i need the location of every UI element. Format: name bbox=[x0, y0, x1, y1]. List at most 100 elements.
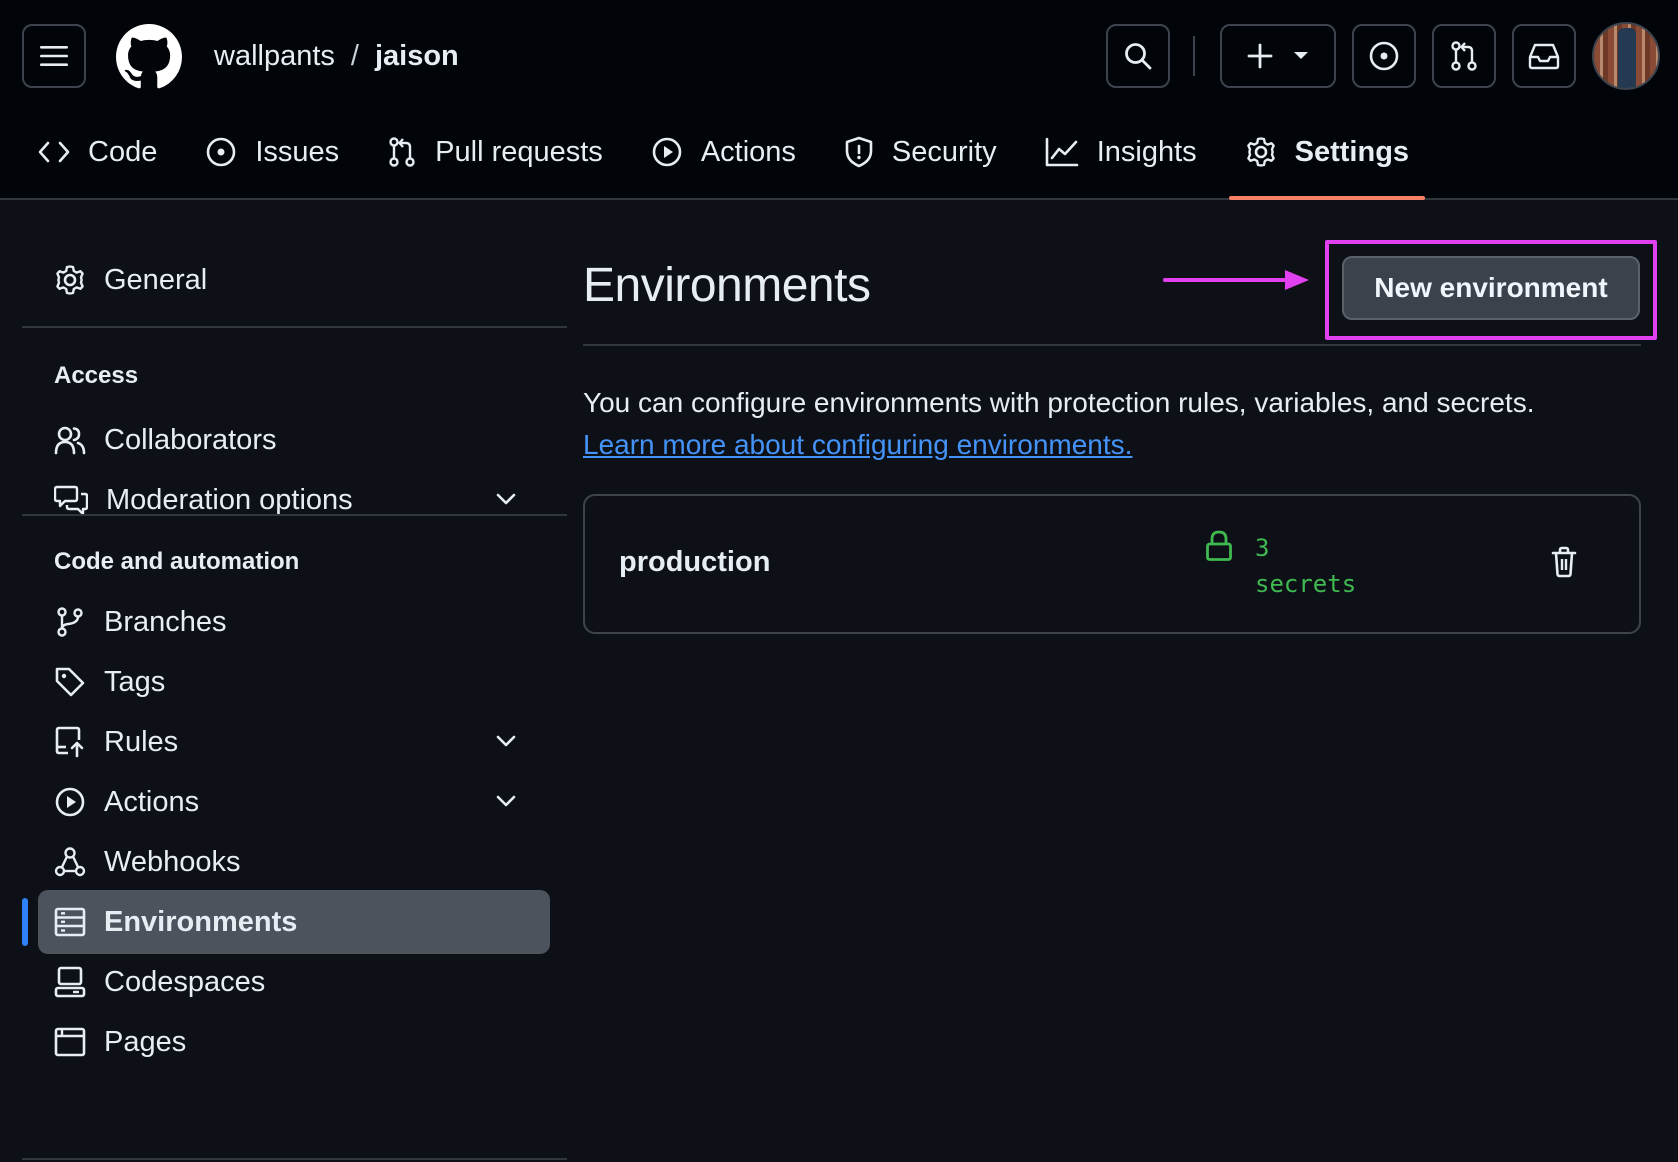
sidebar-item-label: Rules bbox=[104, 725, 179, 758]
secrets-count-number: 3 bbox=[1255, 534, 1270, 562]
codespaces-icon bbox=[54, 966, 86, 998]
header-divider bbox=[1193, 36, 1195, 76]
tag-icon bbox=[55, 667, 85, 697]
tab-insights[interactable]: Insights bbox=[1045, 118, 1197, 186]
people-icon bbox=[54, 426, 86, 455]
hamburger-icon bbox=[40, 46, 68, 66]
server-icon bbox=[54, 907, 86, 937]
inbox-icon bbox=[1528, 43, 1560, 70]
tab-label: Issues bbox=[255, 135, 340, 168]
search-icon bbox=[1125, 43, 1152, 70]
sidebar-item-label: Codespaces bbox=[104, 965, 266, 998]
sidebar-item-label: Pages bbox=[104, 1025, 187, 1058]
chevron-down-icon bbox=[496, 795, 516, 807]
triangle-down-icon bbox=[1294, 52, 1308, 59]
tab-label: Actions bbox=[700, 135, 796, 168]
issue-opened-icon bbox=[207, 137, 236, 167]
sidebar-item-branches[interactable]: Branches bbox=[38, 590, 550, 654]
tab-pull-requests[interactable]: Pull requests bbox=[387, 118, 603, 186]
sidebar-item-pages[interactable]: Pages bbox=[38, 1010, 550, 1074]
sidebar-item-general[interactable]: General bbox=[38, 248, 550, 312]
gear-icon bbox=[1246, 137, 1275, 167]
trash-icon bbox=[1551, 546, 1577, 578]
user-avatar[interactable] bbox=[1592, 22, 1660, 90]
issue-opened-icon bbox=[1369, 41, 1399, 71]
tab-actions[interactable]: Actions bbox=[651, 118, 796, 186]
sidebar-heading-code-automation: Code and automation bbox=[54, 548, 300, 575]
repo-header: wallpants / jaison Code Issues Pull requ… bbox=[0, 0, 1678, 200]
gear-icon bbox=[56, 265, 84, 295]
tab-settings[interactable]: Settings bbox=[1228, 118, 1426, 200]
sidebar-item-label: Environments bbox=[104, 905, 298, 938]
chevron-down-icon bbox=[496, 493, 516, 505]
sidebar-item-actions[interactable]: Actions bbox=[38, 770, 550, 834]
repo-link[interactable]: jaison bbox=[375, 40, 459, 73]
new-environment-button[interactable]: New environment bbox=[1342, 256, 1640, 320]
create-new-button[interactable] bbox=[1220, 24, 1336, 88]
sidebar-item-label: General bbox=[104, 263, 208, 296]
breadcrumb: wallpants / jaison bbox=[214, 36, 459, 76]
graph-icon bbox=[1045, 137, 1078, 167]
environments-description: You can configure environments with prot… bbox=[583, 382, 1641, 466]
sidebar-item-label: Branches bbox=[104, 605, 227, 638]
sidebar-item-webhooks[interactable]: Webhooks bbox=[38, 830, 550, 894]
delete-environment-button[interactable] bbox=[1551, 546, 1577, 578]
sidebar-item-label: Tags bbox=[104, 665, 166, 698]
play-icon bbox=[652, 137, 682, 167]
repo-tabs: Code Issues Pull requests Actions Securi… bbox=[0, 118, 1457, 200]
sidebar-divider bbox=[22, 514, 567, 516]
page-title: Environments bbox=[583, 259, 871, 312]
plus-icon bbox=[1247, 43, 1273, 69]
breadcrumb-separator: / bbox=[350, 39, 359, 72]
git-pull-request-icon bbox=[1451, 41, 1477, 71]
comment-discussion-icon bbox=[54, 485, 88, 516]
tab-code[interactable]: Code bbox=[38, 118, 157, 186]
tab-label: Insights bbox=[1096, 135, 1197, 168]
tab-label: Security bbox=[891, 135, 997, 168]
annotation-arrow-icon bbox=[1163, 270, 1309, 290]
inbox-button[interactable] bbox=[1512, 24, 1576, 88]
tab-issues[interactable]: Issues bbox=[205, 118, 339, 186]
tab-label: Pull requests bbox=[435, 135, 603, 168]
secrets-count-label: secrets bbox=[1255, 570, 1357, 598]
avatar-figure bbox=[1618, 28, 1636, 88]
sidebar-item-label: Webhooks bbox=[104, 845, 241, 878]
git-pull-request-icon bbox=[389, 137, 415, 167]
sidebar-item-environments[interactable]: Environments bbox=[38, 890, 550, 954]
shield-icon bbox=[845, 136, 873, 168]
sidebar-item-label: Actions bbox=[104, 785, 200, 818]
title-divider bbox=[583, 344, 1641, 346]
play-icon bbox=[55, 787, 85, 817]
environment-name-link[interactable]: production bbox=[619, 546, 770, 579]
git-branch-icon bbox=[57, 607, 83, 637]
your-issues-button[interactable] bbox=[1352, 24, 1416, 88]
tab-label: Settings bbox=[1294, 135, 1410, 168]
active-indicator bbox=[22, 898, 28, 946]
github-logo-icon[interactable] bbox=[116, 24, 182, 90]
sidebar-heading-access: Access bbox=[54, 362, 139, 389]
settings-sidebar: General Access Collaborators Moderation … bbox=[22, 200, 567, 1162]
description-text: You can configure environments with prot… bbox=[583, 387, 1535, 418]
sidebar-item-rules[interactable]: Rules bbox=[38, 710, 550, 774]
menu-button[interactable] bbox=[22, 24, 86, 88]
your-pull-requests-button[interactable] bbox=[1432, 24, 1496, 88]
environment-row[interactable]: production 3 secrets bbox=[583, 494, 1641, 634]
browser-icon bbox=[54, 1027, 86, 1057]
sidebar-item-tags[interactable]: Tags bbox=[38, 650, 550, 714]
chevron-down-icon bbox=[496, 735, 516, 747]
search-button[interactable] bbox=[1106, 24, 1170, 88]
code-icon bbox=[38, 141, 70, 163]
sidebar-divider bbox=[22, 326, 567, 328]
sidebar-item-collaborators[interactable]: Collaborators bbox=[38, 408, 550, 472]
owner-link[interactable]: wallpants bbox=[214, 40, 335, 73]
webhook-icon bbox=[54, 847, 86, 877]
lock-icon bbox=[1206, 530, 1232, 561]
sidebar-item-codespaces[interactable]: Codespaces bbox=[38, 950, 550, 1014]
tab-security[interactable]: Security bbox=[844, 118, 997, 186]
sidebar-item-moderation-options[interactable]: Moderation options bbox=[38, 468, 550, 532]
sidebar-divider bbox=[22, 1158, 567, 1160]
sidebar-item-label: Collaborators bbox=[104, 423, 277, 456]
secrets-count: 3 secrets bbox=[1255, 530, 1375, 602]
learn-more-link[interactable]: Learn more about configuring environment… bbox=[583, 429, 1132, 460]
repo-push-icon bbox=[55, 726, 84, 758]
